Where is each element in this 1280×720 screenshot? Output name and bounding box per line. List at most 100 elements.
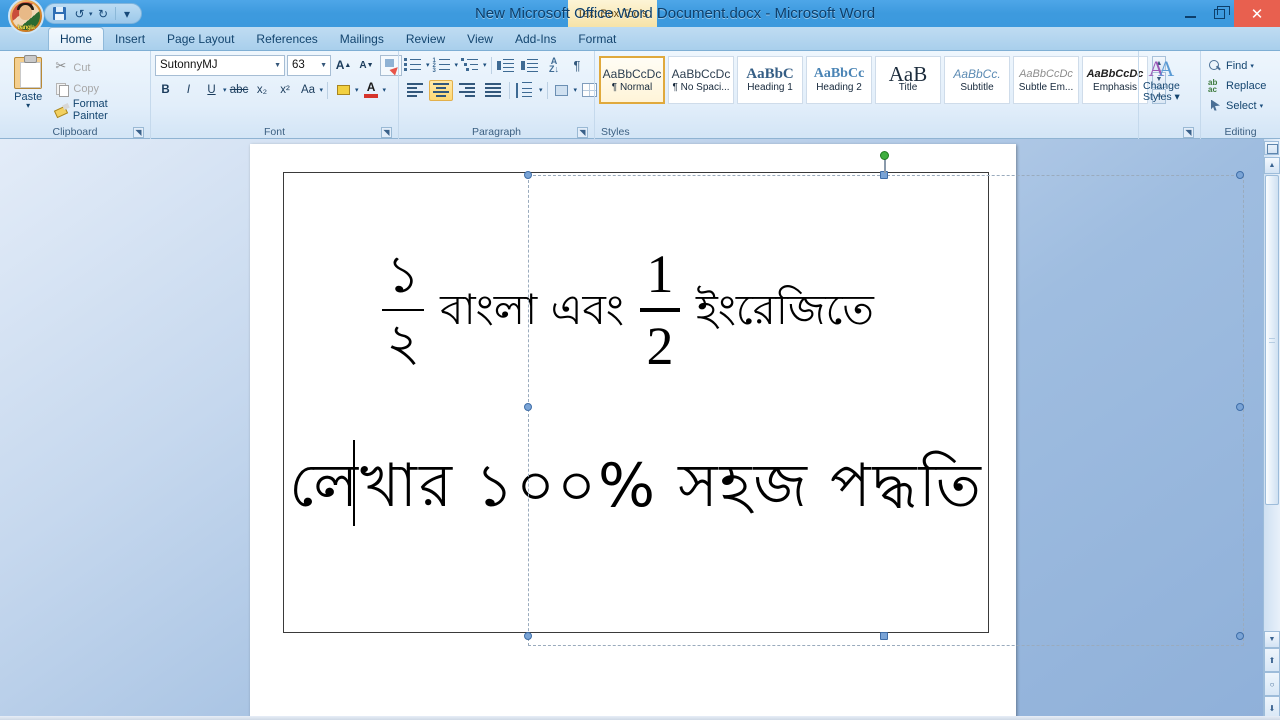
scroll-down-button[interactable]: ▼: [1264, 631, 1280, 648]
rotation-handle[interactable]: [880, 151, 889, 160]
customize-qat-icon[interactable]: ▾: [118, 5, 137, 22]
tab-format[interactable]: Format: [567, 28, 627, 50]
align-right-button[interactable]: [455, 80, 479, 101]
resize-handle-top-right[interactable]: [1236, 171, 1244, 179]
sort-button[interactable]: A Z↓: [544, 55, 565, 76]
change-styles-button[interactable]: AA Change Styles ▾: [1143, 54, 1180, 103]
grow-font-button[interactable]: A ▲: [333, 55, 354, 76]
save-icon[interactable]: [50, 5, 69, 22]
view-ruler-button[interactable]: [1264, 141, 1279, 155]
line-spacing-button[interactable]: [514, 80, 538, 101]
resize-handle-middle-right[interactable]: [1236, 403, 1244, 411]
font-size-combo[interactable]: 63 ▼: [287, 54, 331, 76]
font-name-combo[interactable]: SutonnyMJ ▼: [155, 54, 285, 76]
cut-label: Cut: [73, 61, 91, 74]
shading-chevron-down-icon[interactable]: ▾: [574, 86, 578, 94]
tab-page-layout[interactable]: Page Layout: [156, 28, 245, 50]
find-chevron-down-icon[interactable]: ▾: [1250, 62, 1254, 70]
font-name-chevron-down-icon[interactable]: ▼: [274, 62, 281, 69]
font-size-chevron-down-icon[interactable]: ▼: [320, 62, 327, 69]
paint-bucket-icon: [555, 83, 569, 97]
resize-handle-bottom-left[interactable]: [524, 632, 532, 640]
italic-button[interactable]: I: [178, 80, 199, 101]
styles-dialog-launcher[interactable]: ◥: [1183, 127, 1194, 138]
bengali-fraction-numerator: ১: [386, 247, 420, 304]
multilevel-chevron-down-icon[interactable]: ▾: [483, 61, 487, 69]
pilcrow-icon: ¶: [573, 57, 581, 73]
select-label: Select: [1226, 99, 1257, 112]
underline-chevron-down-icon[interactable]: ▾: [223, 86, 227, 94]
underline-button[interactable]: U: [201, 80, 222, 101]
scroll-up-button[interactable]: ▲: [1264, 157, 1280, 174]
tab-references[interactable]: References: [245, 28, 328, 50]
font-color-button[interactable]: A: [361, 80, 382, 101]
clipboard-dialog-launcher[interactable]: ◥: [133, 127, 144, 138]
numbering-chevron-down-icon[interactable]: ▾: [455, 61, 459, 69]
highlight-chevron-down-icon[interactable]: ▾: [355, 86, 359, 94]
tab-add-ins[interactable]: Add-Ins: [504, 28, 567, 50]
replace-button[interactable]: ab ac Replace: [1205, 77, 1269, 94]
cut-button[interactable]: Cut: [52, 58, 146, 76]
format-painter-button[interactable]: Format Painter: [52, 98, 146, 122]
select-chevron-down-icon[interactable]: ▾: [1260, 102, 1264, 110]
vertical-scrollbar[interactable]: ▲ ▼ ⬆ ○ ⬇: [1263, 139, 1280, 720]
text-highlight-color-button[interactable]: [332, 80, 354, 101]
document-page[interactable]: ১ ২ বাংলা এবং 1 2 ইংরেজিতে লেখার ১০০% সহ: [250, 144, 1244, 720]
restore-button[interactable]: [1205, 0, 1234, 27]
paste-dropdown-icon[interactable]: ▾: [26, 102, 30, 110]
redo-icon[interactable]: ↻: [94, 5, 113, 22]
align-center-button[interactable]: [429, 79, 453, 101]
strikethrough-button[interactable]: abc: [229, 80, 250, 101]
tab-review[interactable]: Review: [395, 28, 456, 50]
minimize-button[interactable]: [1176, 0, 1205, 27]
undo-dropdown-icon[interactable]: ▾: [89, 10, 93, 18]
select-button[interactable]: Select ▾: [1205, 97, 1269, 114]
tab-insert[interactable]: Insert: [104, 28, 156, 50]
style-title[interactable]: AaB Title: [875, 56, 941, 104]
justify-button[interactable]: [481, 80, 505, 101]
tab-view[interactable]: View: [456, 28, 504, 50]
style-subtle-emphasis[interactable]: AaBbCcDc Subtle Em...: [1013, 56, 1079, 104]
resize-handle-top-left[interactable]: [524, 171, 532, 179]
bullets-button[interactable]: [403, 55, 425, 76]
change-case-button[interactable]: Aa: [298, 80, 319, 101]
shading-button[interactable]: [552, 80, 573, 101]
font-dialog-launcher[interactable]: ◥: [381, 127, 392, 138]
paragraph-dialog-launcher[interactable]: ◥: [577, 127, 588, 138]
style-normal[interactable]: AaBbCcDc ¶ Normal: [599, 56, 665, 104]
previous-page-button[interactable]: ⬆: [1264, 648, 1280, 672]
select-browse-object-button[interactable]: ○: [1264, 672, 1280, 696]
font-color-chevron-down-icon[interactable]: ▾: [383, 86, 387, 94]
style-no-spacing[interactable]: AaBbCcDc ¶ No Spaci...: [668, 56, 734, 104]
resize-handle-bottom-right[interactable]: [1236, 632, 1244, 640]
shrink-font-button[interactable]: A ▼: [356, 55, 377, 76]
multilevel-list-button[interactable]: [460, 55, 482, 76]
change-case-chevron-down-icon[interactable]: ▾: [320, 86, 324, 94]
style-heading-1[interactable]: AaBbC Heading 1: [737, 56, 803, 104]
group-clipboard: Paste ▾ Cut Copy Format Painter: [0, 51, 150, 139]
tab-home[interactable]: Home: [48, 27, 105, 50]
align-left-button[interactable]: [403, 80, 427, 101]
office-button[interactable]: bangla: [8, 0, 44, 34]
style-subtitle[interactable]: AaBbCc. Subtitle: [944, 56, 1010, 104]
style-heading-2[interactable]: AaBbCc Heading 2: [806, 56, 872, 104]
copy-button[interactable]: Copy: [52, 80, 146, 97]
numbering-button[interactable]: 123: [432, 55, 454, 76]
resize-handle-middle-left[interactable]: [524, 403, 532, 411]
find-button[interactable]: Find ▾: [1205, 57, 1269, 74]
superscript-button[interactable]: x²: [275, 80, 296, 101]
show-formatting-marks-button[interactable]: ¶: [567, 55, 588, 76]
tab-mailings[interactable]: Mailings: [329, 28, 395, 50]
scrollbar-thumb[interactable]: [1265, 175, 1279, 505]
subscript-button[interactable]: x₂: [252, 80, 273, 101]
font-color-swatch: [364, 94, 379, 98]
paste-button[interactable]: Paste ▾: [4, 54, 52, 110]
line-spacing-chevron-down-icon[interactable]: ▾: [539, 86, 543, 94]
bold-button[interactable]: B: [155, 80, 176, 101]
undo-icon[interactable]: ↺: [70, 5, 89, 22]
decrease-indent-button[interactable]: [496, 55, 518, 76]
resize-handle-bottom-center[interactable]: [880, 632, 888, 640]
increase-indent-button[interactable]: [520, 55, 542, 76]
close-button[interactable]: ✕: [1234, 0, 1280, 27]
bullets-chevron-down-icon[interactable]: ▾: [426, 61, 430, 69]
